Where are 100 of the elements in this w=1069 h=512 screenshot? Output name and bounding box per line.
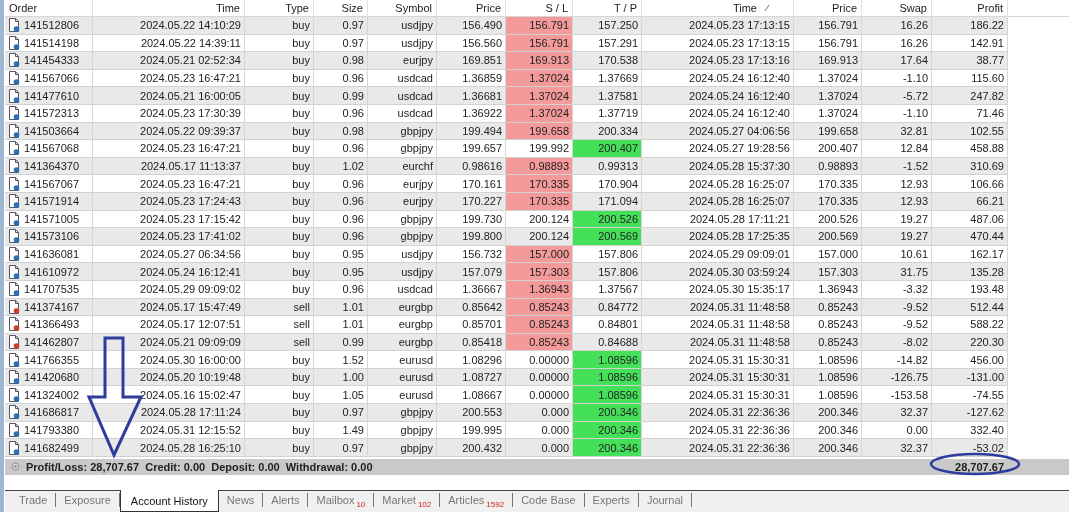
table-cell: buy <box>245 351 314 369</box>
tab[interactable]: Trade <box>11 493 57 507</box>
table-cell: 141793380 <box>24 423 80 436</box>
table-cell: 1.36681 <box>437 87 506 105</box>
column-header[interactable]: Time <box>93 0 245 17</box>
table-cell: 157.079 <box>437 263 506 281</box>
table-cell: 0.98 <box>314 52 368 70</box>
column-header[interactable]: Profit <box>932 0 1008 17</box>
column-header[interactable]: Symbol <box>368 0 437 17</box>
table-cell: 1.05 <box>314 386 368 405</box>
table-cell: eurusd <box>368 386 437 405</box>
table-cell: 141366493 <box>24 318 80 331</box>
table-cell: 170.335 <box>506 175 573 193</box>
column-header[interactable]: Type <box>245 0 314 17</box>
column-header[interactable]: Price <box>437 0 506 17</box>
table-cell: 141420680 <box>24 371 80 384</box>
summary-text: Profit/Loss: 28,707.67 Credit: 0.00 Deposit: 0.00 Withdrawal: 0.00 <box>26 460 373 473</box>
table-cell: 0.000 <box>506 439 573 457</box>
tab[interactable]: Exposure <box>56 493 120 507</box>
table-cell: 200.346 <box>794 439 862 457</box>
column-header[interactable]: Time <box>642 0 794 17</box>
table-cell: buy <box>245 140 314 158</box>
table-cell: -14.82 <box>862 351 932 369</box>
tab[interactable]: Articles $_{1592}$ <box>440 493 514 507</box>
table-cell: 170.335 <box>794 175 862 193</box>
table-cell: 2024.05.24 16:12:41 <box>93 263 245 281</box>
tab[interactable]: Alerts <box>263 493 309 507</box>
table-cell: 141374167 <box>24 300 80 313</box>
table-cell: 247.82 <box>932 87 1008 105</box>
table-cell: buy <box>245 87 314 105</box>
column-header[interactable]: Price <box>794 0 862 17</box>
table-cell: 141766355 <box>24 353 80 366</box>
table-cell: 2024.05.23 16:47:21 <box>93 140 245 158</box>
table-cell: 2024.05.23 17:13:15 <box>642 17 794 35</box>
table-cell: gbpjpy <box>368 140 437 158</box>
table-cell: 141572313 <box>24 107 80 120</box>
column-header[interactable]: Swap <box>862 0 932 17</box>
table-cell: 2024.05.31 11:48:58 <box>642 316 794 334</box>
table-cell: 141567068 <box>24 142 80 155</box>
table-cell: 0.97 <box>314 17 368 35</box>
tab[interactable]: Experts <box>584 493 639 507</box>
table-cell: 0.85243 <box>794 316 862 334</box>
table-cell: buy <box>245 17 314 35</box>
table-cell: buy <box>245 52 314 70</box>
table-cell: 199.657 <box>437 140 506 158</box>
table-cell: 2024.05.17 12:07:51 <box>93 316 245 334</box>
table-cell: 200.569 <box>794 228 862 246</box>
table-cell: 2024.05.31 15:30:31 <box>642 351 794 369</box>
table-cell: 1.08596 <box>573 386 642 405</box>
table-cell: 200.124 <box>506 228 573 246</box>
table-cell: 19.27 <box>862 228 932 246</box>
table-cell: 2024.05.31 15:30:31 <box>642 386 794 405</box>
table-cell: 0.85243 <box>506 316 573 334</box>
table-cell: 2024.05.23 16:47:21 <box>93 175 245 193</box>
table-cell: 186.22 <box>932 17 1008 35</box>
table-cell: 170.538 <box>573 52 642 70</box>
table-cell: gbpjpy <box>368 404 437 422</box>
table-cell: usdjpy <box>368 17 437 35</box>
table-cell: 12.84 <box>862 140 932 158</box>
table-cell: 141707535 <box>24 283 80 296</box>
table-cell: 0.00000 <box>506 386 573 405</box>
table-cell: 2024.05.28 16:25:07 <box>642 175 794 193</box>
table-cell: -153.58 <box>862 386 932 405</box>
table-cell: 141477610 <box>24 89 80 102</box>
table-cell: 141514198 <box>24 36 80 49</box>
tab[interactable]: Account History <box>119 490 219 512</box>
table-cell: -74.55 <box>932 386 1008 405</box>
tab[interactable]: Market $_{102}$ <box>374 493 441 507</box>
circle-icon <box>11 462 20 472</box>
table-cell: 0.95 <box>314 263 368 281</box>
table-cell: buy <box>245 228 314 246</box>
table-cell: 0.000 <box>506 404 573 422</box>
table-cell: 1.08596 <box>794 386 862 405</box>
table-cell: 141324002 <box>24 388 80 401</box>
table-cell: usdcad <box>368 87 437 105</box>
table-cell: 2024.05.22 14:10:29 <box>93 17 245 35</box>
table-cell: 2024.05.30 03:59:24 <box>642 263 794 281</box>
table-cell: buy <box>245 439 314 457</box>
table-cell: 12.93 <box>862 175 932 193</box>
table-cell: 0.85701 <box>437 316 506 334</box>
table-cell: 169.913 <box>794 52 862 70</box>
table-cell: 200.553 <box>437 404 506 422</box>
table-cell: 141610972 <box>24 265 80 278</box>
table-cell: 0.97 <box>314 404 368 422</box>
table-cell: 456.00 <box>932 351 1008 369</box>
table-cell: buy <box>245 175 314 193</box>
column-header[interactable]: T / P <box>573 0 642 17</box>
column-header[interactable]: S / L <box>506 0 573 17</box>
tab[interactable]: Mailbox $_{10}$ <box>308 493 375 507</box>
column-header[interactable]: Size <box>314 0 368 17</box>
table-cell: 2024.05.28 17:11:24 <box>93 404 245 422</box>
tab[interactable]: Journal <box>638 493 692 507</box>
table-cell: 200.346 <box>573 404 642 422</box>
table-cell: 1.37024 <box>506 87 573 105</box>
tab[interactable]: News <box>218 493 264 507</box>
table-cell: 2024.05.23 17:41:02 <box>93 228 245 246</box>
table-cell: 200.407 <box>794 140 862 158</box>
table-cell: 141454333 <box>24 54 80 67</box>
tab[interactable]: Code Base <box>513 493 585 507</box>
table-cell: 106.66 <box>932 175 1008 193</box>
